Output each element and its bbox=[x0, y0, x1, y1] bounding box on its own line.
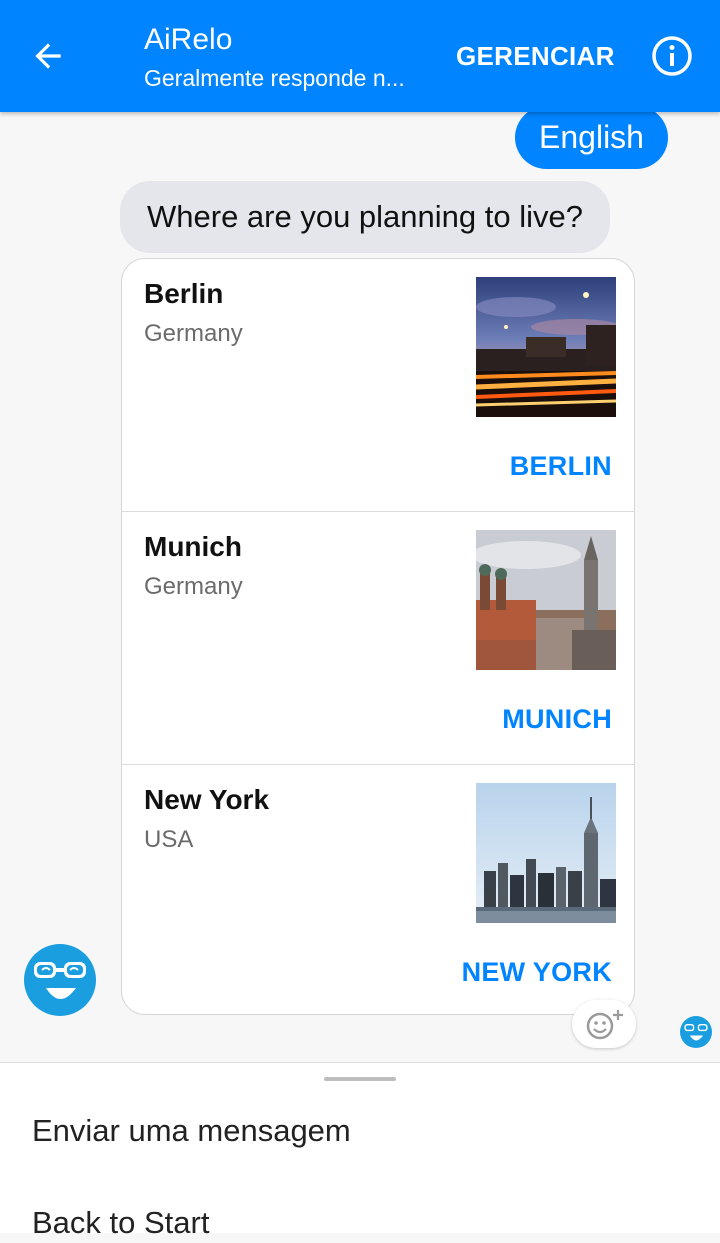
bot-message-question: Where are you planning to live? bbox=[120, 181, 610, 253]
berlin-night-photo bbox=[476, 277, 616, 417]
card-subtitle: USA bbox=[144, 826, 194, 853]
chat-subtitle: Geralmente responde n... bbox=[144, 65, 405, 91]
app-bar: AiRelo Geralmente responde n... GERENCIA… bbox=[0, 0, 720, 112]
city-card-list: Berlin Germany BERLIN Munich Germany MUN… bbox=[121, 258, 635, 1015]
city-card-berlin: Berlin Germany BERLIN bbox=[122, 259, 634, 512]
info-circle-icon bbox=[652, 36, 692, 76]
send-message-item[interactable]: Enviar uma mensagem bbox=[32, 1111, 351, 1151]
berlin-button[interactable]: BERLIN bbox=[510, 449, 612, 483]
seen-avatar bbox=[680, 1016, 712, 1048]
city-card-munich: Munich Germany MUNICH bbox=[122, 512, 634, 765]
new-york-skyline-photo bbox=[476, 783, 616, 923]
composer-menu: Enviar uma mensagem Back to Start bbox=[0, 1062, 720, 1240]
sheet-drag-handle[interactable] bbox=[324, 1077, 396, 1081]
back-to-start-item[interactable]: Back to Start bbox=[32, 1203, 209, 1243]
card-title: New York bbox=[144, 784, 270, 815]
card-title: Munich bbox=[144, 531, 242, 562]
back-button[interactable] bbox=[22, 30, 74, 82]
city-card-new-york: New York USA NEW YORK bbox=[122, 765, 634, 1014]
bot-avatar bbox=[24, 944, 96, 1016]
card-title: Berlin bbox=[144, 278, 224, 309]
card-subtitle: Germany bbox=[144, 320, 243, 347]
munich-button[interactable]: MUNICH bbox=[502, 702, 612, 736]
arrow-left-icon bbox=[35, 43, 61, 69]
munich-skyline-photo bbox=[476, 530, 616, 670]
new-york-button[interactable]: NEW YORK bbox=[462, 955, 612, 989]
add-reaction-button[interactable] bbox=[572, 1000, 636, 1048]
user-message-english: English bbox=[515, 106, 668, 169]
smiley-plus-icon bbox=[586, 1010, 623, 1040]
chat-title: AiRelo bbox=[144, 23, 233, 56]
info-button[interactable] bbox=[646, 30, 698, 82]
card-subtitle: Germany bbox=[144, 573, 243, 600]
nerd-face-small-icon bbox=[680, 1016, 712, 1048]
manage-button[interactable]: GERENCIAR bbox=[450, 38, 621, 74]
nerd-face-icon bbox=[24, 944, 96, 1016]
